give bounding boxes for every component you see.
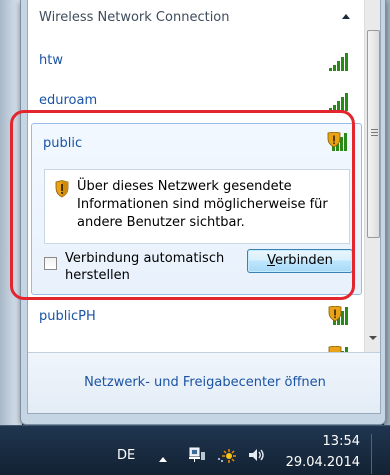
unsecured-signal-icon (328, 306, 350, 326)
network-name: publicPH (39, 309, 96, 324)
scroll-down-arrow-icon[interactable] (369, 336, 377, 340)
network-icon[interactable] (187, 446, 207, 464)
volume-icon[interactable] (246, 446, 266, 464)
clock-date[interactable]: 29.04.2014 (280, 455, 360, 470)
grip-line (371, 135, 378, 136)
network-sharing-center-link[interactable]: Netzwerk- und Freigabecenter öffnen (28, 375, 380, 390)
highlight-annotation (10, 110, 355, 300)
network-name: htw (39, 53, 63, 68)
grip-line (371, 132, 378, 133)
section-title: Wireless Network Connection (39, 10, 230, 25)
chevron-up-icon[interactable] (342, 14, 350, 19)
network-item-partial[interactable] (28, 338, 364, 352)
scrollbar[interactable] (364, 0, 380, 352)
grip-line (371, 129, 378, 130)
signal-strength-icon (328, 52, 350, 72)
clock-time[interactable]: 13:54 (300, 434, 360, 449)
network-item-htw[interactable]: htw (28, 42, 364, 82)
network-name: eduroam (39, 93, 98, 108)
show-desktop-divider (371, 434, 372, 474)
network-item-publicph[interactable]: publicPH (28, 298, 364, 338)
taskbar: DE 13:54 29.04.2014 (0, 425, 390, 475)
signal-strength-icon (328, 92, 350, 112)
flyout-footer: Netzwerk- und Freigabecenter öffnen (28, 352, 380, 413)
action-center-icon[interactable] (218, 446, 238, 464)
section-header-wireless[interactable]: Wireless Network Connection (28, 0, 364, 40)
show-hidden-icons-icon[interactable] (159, 457, 167, 462)
scrollbar-thumb[interactable] (367, 30, 380, 238)
language-indicator[interactable]: DE (117, 448, 135, 463)
